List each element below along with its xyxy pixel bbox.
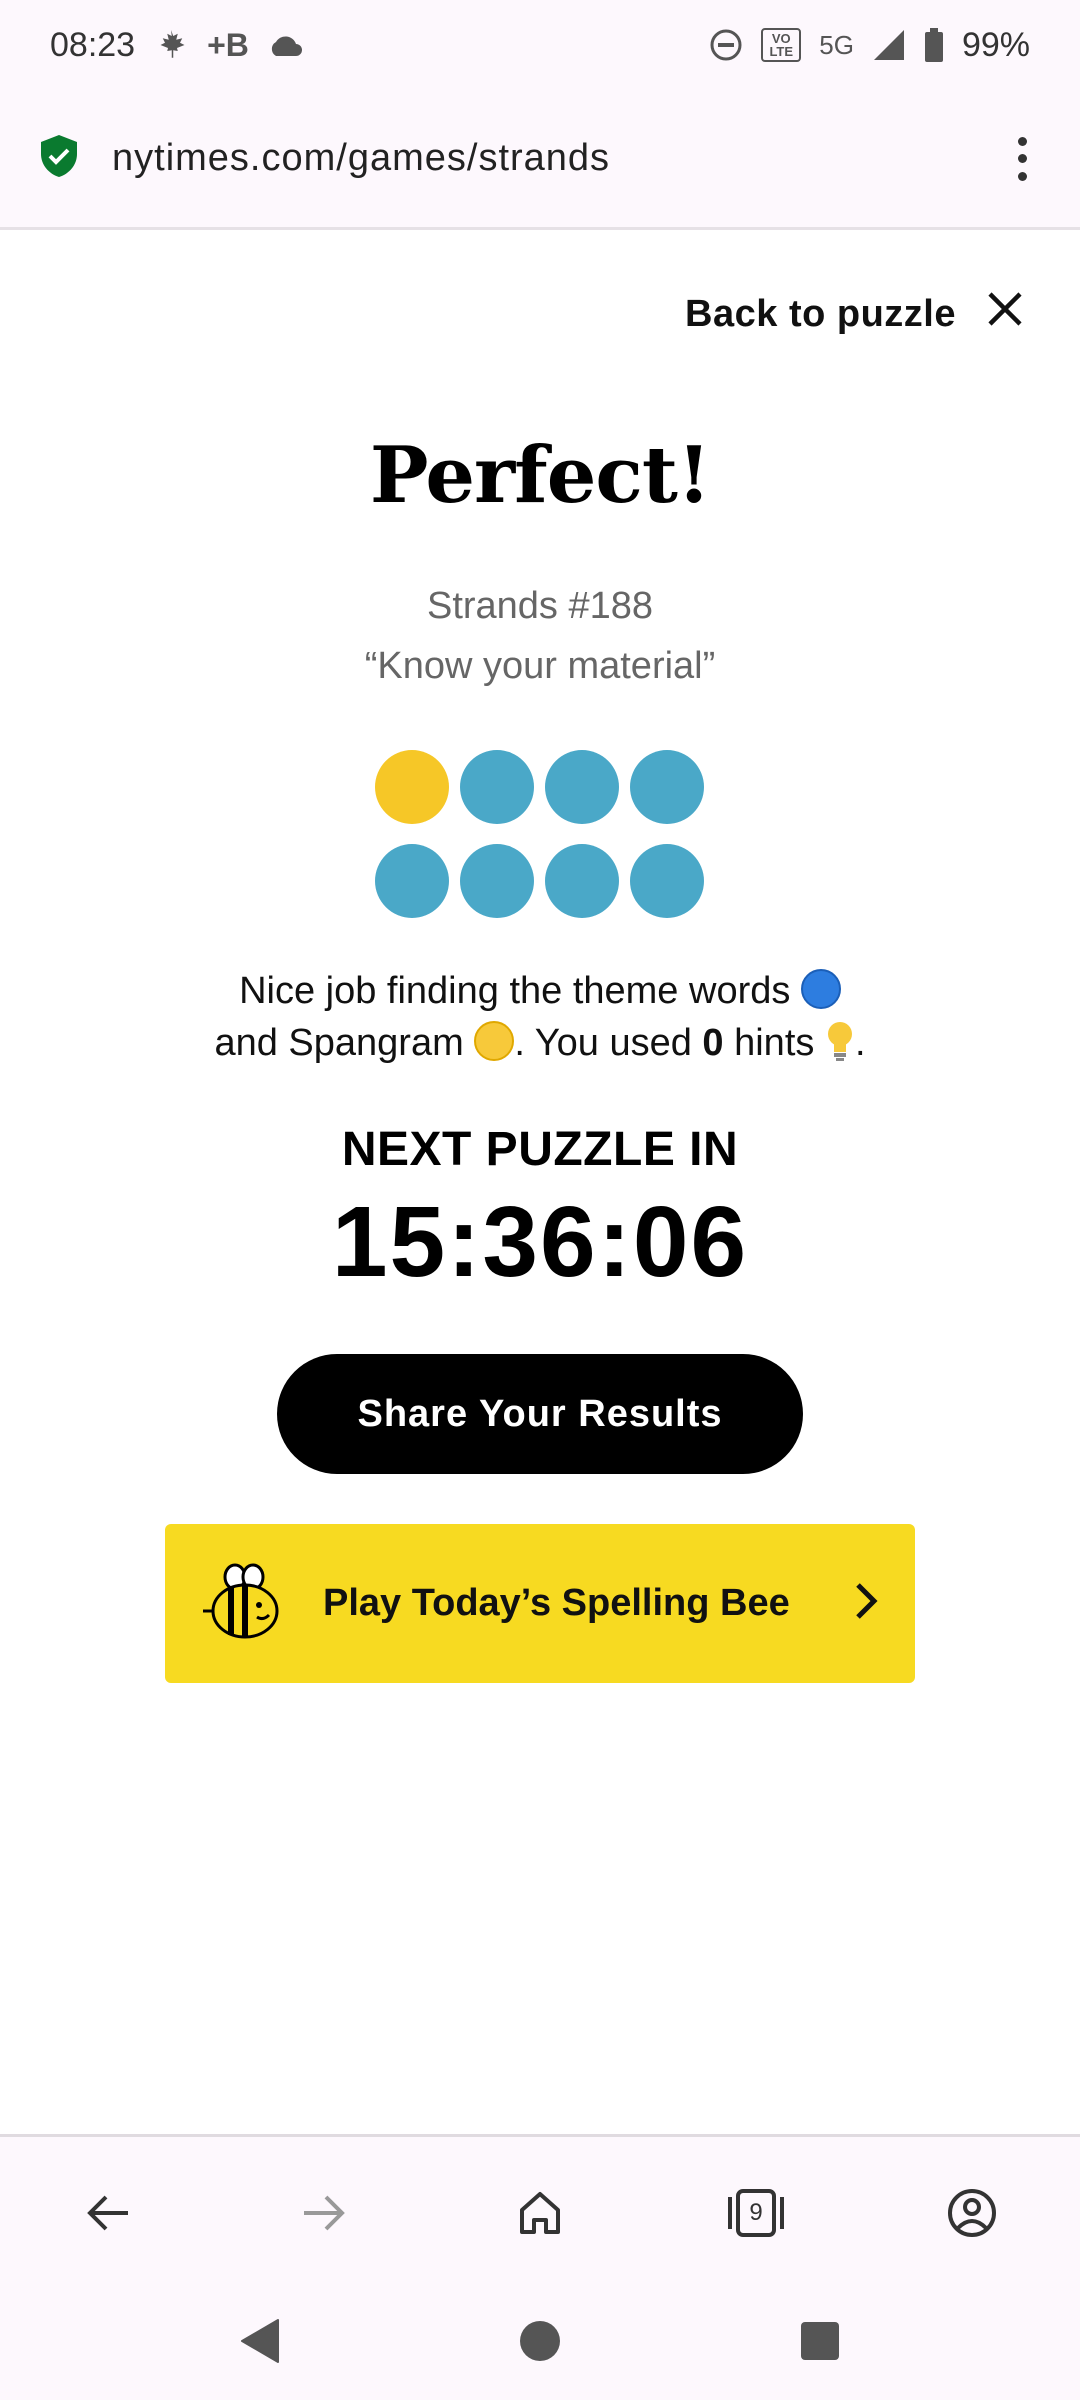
theme-word-dot xyxy=(630,750,704,824)
lightbulb-icon xyxy=(825,1019,855,1077)
summary-line2a: and Spangram xyxy=(214,1022,464,1064)
status-bar: 08:23 +B VO LTE 5G 99% xyxy=(0,0,1080,90)
result-dots xyxy=(375,750,705,918)
browser-url-bar[interactable]: nytimes.com/games/strands xyxy=(0,90,1080,230)
browser-bottom-nav: 9 xyxy=(0,2134,1080,2289)
tab-count: 9 xyxy=(749,2199,763,2226)
theme-word-dot xyxy=(375,844,449,918)
countdown-timer: 15:36:06 xyxy=(331,1186,749,1298)
security-shield-icon[interactable] xyxy=(38,133,80,184)
theme-word-dot xyxy=(545,844,619,918)
maple-leaf-icon xyxy=(153,27,189,63)
summary-line1: Nice job finding the theme words xyxy=(239,970,791,1012)
home-icon[interactable] xyxy=(500,2173,580,2253)
5g-icon: 5G xyxy=(819,29,854,60)
spelling-bee-banner[interactable]: Play Today’s Spelling Bee xyxy=(165,1524,915,1683)
system-back-icon[interactable] xyxy=(240,2318,280,2369)
close-icon[interactable] xyxy=(986,290,1024,338)
plus-b-icon: +B xyxy=(207,26,249,63)
browser-menu-icon[interactable] xyxy=(1002,129,1042,189)
status-bar-left: 08:23 +B xyxy=(50,26,305,65)
url-text[interactable]: nytimes.com/games/strands xyxy=(112,137,1002,180)
bee-icon xyxy=(201,1559,285,1648)
puzzle-number: Strands #188 xyxy=(426,585,654,627)
chevron-right-icon xyxy=(853,1581,879,1626)
cloud-icon xyxy=(267,32,305,58)
tabs-icon[interactable]: 9 xyxy=(716,2173,796,2253)
summary-line2c: hints xyxy=(734,1022,815,1064)
next-puzzle-label: NEXT PUZZLE IN xyxy=(341,1123,739,1176)
theme-word-dot xyxy=(630,844,704,918)
spelling-bee-label: Play Today’s Spelling Bee xyxy=(323,1582,790,1624)
blue-circle-icon xyxy=(800,969,841,1009)
account-icon[interactable] xyxy=(932,2173,1012,2253)
back-to-puzzle-button[interactable]: Back to puzzle xyxy=(685,290,1024,338)
dnd-icon xyxy=(709,28,743,62)
system-recents-icon[interactable] xyxy=(800,2321,840,2366)
theme-word-dot xyxy=(460,750,534,824)
volte-icon: VO LTE xyxy=(761,28,802,62)
page-title: Perfect! xyxy=(369,430,711,521)
puzzle-theme: “Know your material” xyxy=(364,645,716,687)
system-home-icon[interactable] xyxy=(519,2320,561,2367)
status-time: 08:23 xyxy=(50,25,136,64)
theme-word-dot xyxy=(460,844,534,918)
theme-word-dot xyxy=(545,750,619,824)
signal-icon xyxy=(872,28,906,62)
spangram-dot xyxy=(375,750,449,824)
back-to-puzzle-label: Back to puzzle xyxy=(685,292,956,335)
summary-line2b: . You used xyxy=(514,1022,692,1064)
battery-percent: 99% xyxy=(961,25,1030,64)
back-arrow-icon[interactable] xyxy=(68,2173,148,2253)
forward-arrow-icon[interactable] xyxy=(284,2173,364,2253)
battery-icon xyxy=(924,28,944,62)
status-bar-right: VO LTE 5G 99% xyxy=(709,26,1030,65)
share-results-button[interactable]: Share Your Results xyxy=(277,1354,803,1474)
results-summary: Nice job finding the theme words and Spa… xyxy=(0,965,1080,1077)
hints-count: 0 xyxy=(702,1022,724,1064)
summary-end: . xyxy=(854,1022,866,1064)
yellow-circle-icon xyxy=(474,1021,515,1061)
system-nav-bar xyxy=(0,2286,1080,2400)
